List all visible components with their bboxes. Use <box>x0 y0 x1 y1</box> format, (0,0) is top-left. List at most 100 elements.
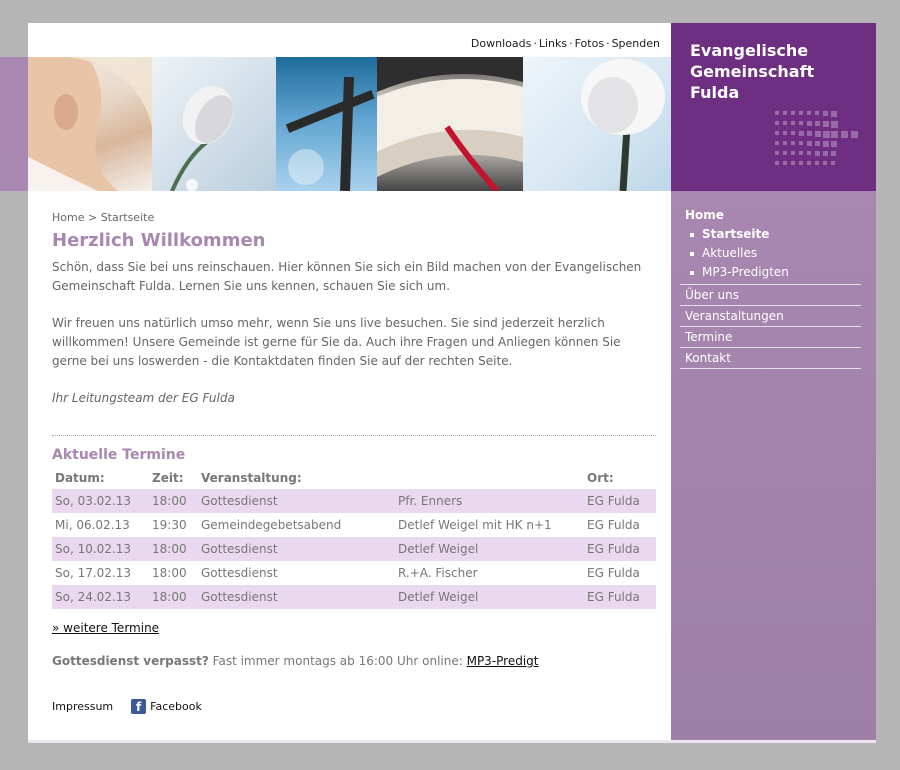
table-row: So, 24.02.13 18:00 Gottesdienst Detlef W… <box>52 585 656 609</box>
missed-service-note: Gottesdienst verpasst? Fast immer montag… <box>52 652 656 671</box>
topnav-separator: · <box>569 37 573 50</box>
nav-subitem-aktuelles[interactable]: Aktuelles <box>685 244 861 263</box>
cell-leitung: Detlef Weigel <box>395 537 584 561</box>
col-header-datum: Datum: <box>55 470 105 485</box>
nav-item-label[interactable]: Über uns <box>685 288 739 302</box>
breadcrumb-separator: > <box>87 211 98 224</box>
facebook-label: Facebook <box>150 700 202 713</box>
nav-main-items: Über uns Veranstaltungen Termine Kontakt <box>680 284 861 369</box>
nav-submenu: Startseite Aktuelles MP3-Predigten <box>685 225 861 282</box>
cell-veranstaltung: Gottesdienst <box>201 565 278 580</box>
col-header-zeit: Zeit: <box>152 470 184 485</box>
cell-zeit: 18:00 <box>149 537 198 561</box>
col-header-leitung <box>395 467 584 489</box>
tulip-image <box>170 85 234 191</box>
table-row: So, 10.02.13 18:00 Gottesdienst Detlef W… <box>52 537 656 561</box>
breadcrumb: Home > Startseite <box>52 208 656 227</box>
cross-image <box>285 76 375 191</box>
header-photo-tulip-2 <box>523 57 671 191</box>
cell-zeit: 18:00 <box>149 489 198 513</box>
topnav-separator: · <box>533 37 537 50</box>
nav-item-termine[interactable]: Termine <box>680 326 861 347</box>
cell-veranstaltung: Gottesdienst <box>198 585 395 609</box>
cell-ort: EG Fulda <box>584 537 656 561</box>
cell-leitung: R.+A. Fischer <box>398 565 478 580</box>
topnav-spenden[interactable]: Spenden <box>612 37 660 50</box>
nav-subitem-startseite[interactable]: Startseite <box>685 225 861 244</box>
facebook-icon: f <box>131 699 147 714</box>
topnav-fotos[interactable]: Fotos <box>575 37 604 50</box>
footer: Impressum f Facebook <box>52 699 202 714</box>
nav-subitem-mp3-predigten[interactable]: MP3-Predigten <box>685 263 861 282</box>
topnav-links[interactable]: Links <box>539 37 567 50</box>
impressum-link[interactable]: Impressum <box>52 700 113 713</box>
events-heading: Aktuelle Termine <box>52 447 186 463</box>
sidebar: Home Startseite Aktuelles MP3-Predigten … <box>671 191 876 740</box>
nav-subitem-label[interactable]: MP3-Predigten <box>702 265 789 279</box>
table-row: So, 17.02.13 18:00 Gottesdienst R.+A. Fi… <box>52 561 656 585</box>
brand-box[interactable]: Evangelische Gemeinschaft Fulda <box>671 23 876 191</box>
welcome-paragraph: Wir freuen uns natürlich umso mehr, wenn… <box>52 316 621 368</box>
footer-line <box>28 740 876 743</box>
woman-image <box>28 57 152 191</box>
cell-ort: EG Fulda <box>584 585 656 609</box>
col-header-veranstaltung: Veranstaltung: <box>201 470 302 485</box>
signature: Ihr Leitungsteam der EG Fulda <box>52 391 235 405</box>
breadcrumb-current: Startseite <box>100 211 155 224</box>
cell-ort: EG Fulda <box>587 565 640 580</box>
top-navigation: Downloads · Links · Fotos · Spenden <box>471 37 660 50</box>
cell-datum: Mi, 06.02.13 <box>55 517 130 532</box>
cell-ort: EG Fulda <box>584 489 656 513</box>
site-title-line: Fulda <box>690 83 740 102</box>
content: Home > Startseite Herzlich Willkommen Sc… <box>52 208 656 671</box>
nav-item-kontakt[interactable]: Kontakt <box>680 347 861 369</box>
nav-item-label[interactable]: Veranstaltungen <box>685 309 784 323</box>
cell-veranstaltung: Gemeindegebetsabend <box>201 517 342 532</box>
topnav-downloads[interactable]: Downloads <box>471 37 531 50</box>
header-photo-tulip <box>152 57 276 191</box>
nav-item-label[interactable]: Kontakt <box>685 351 731 365</box>
header-photo-strip <box>28 57 671 191</box>
cell-zeit: 19:30 <box>152 517 187 532</box>
site-title-line: Gemeinschaft <box>690 62 815 81</box>
nav-item-home[interactable]: Home <box>685 208 861 222</box>
missed-service-text: Fast immer montags ab 16:00 Uhr online: <box>208 654 467 668</box>
cell-leitung: Detlef Weigel mit HK n+1 <box>398 517 552 532</box>
table-row: Mi, 06.02.13 19:30 Gemeindegebetsabend D… <box>52 513 656 537</box>
cell-datum: So, 10.02.13 <box>52 537 149 561</box>
nav-item-ueber-uns[interactable]: Über uns <box>680 284 861 305</box>
header-photo-woman <box>28 57 152 191</box>
more-events-link[interactable]: » weitere Termine <box>52 619 159 638</box>
missed-service-bold: Gottesdienst verpasst? <box>52 654 209 668</box>
cell-zeit: 18:00 <box>149 585 198 609</box>
breadcrumb-home[interactable]: Home <box>52 211 84 224</box>
cell-datum: So, 03.02.13 <box>52 489 149 513</box>
dotted-cross-logo-icon <box>775 111 858 165</box>
header-photo-cross <box>276 57 377 191</box>
sidebar-navigation: Home Startseite Aktuelles MP3-Predigten … <box>680 208 861 369</box>
site-title: Evangelische Gemeinschaft Fulda <box>690 40 814 103</box>
page-title: Herzlich Willkommen <box>52 230 266 251</box>
cell-leitung: Detlef Weigel <box>395 585 584 609</box>
site-title-line: Evangelische <box>690 41 809 60</box>
facebook-link[interactable]: f Facebook <box>131 699 202 714</box>
cell-leitung: Pfr. Enners <box>395 489 584 513</box>
nav-item-label[interactable]: Termine <box>685 330 732 344</box>
header-photo-bible <box>377 57 523 191</box>
nav-item-veranstaltungen[interactable]: Veranstaltungen <box>680 305 861 326</box>
intro-paragraph: Schön, dass Sie bei uns reinschauen. Hie… <box>52 260 642 293</box>
mp3-sermon-link[interactable]: MP3-Predigt <box>467 654 539 668</box>
cell-veranstaltung: Gottesdienst <box>198 537 395 561</box>
topnav-separator: · <box>606 37 610 50</box>
cell-datum: So, 17.02.13 <box>55 565 132 580</box>
table-row: So, 03.02.13 18:00 Gottesdienst Pfr. Enn… <box>52 489 656 513</box>
cell-datum: So, 24.02.13 <box>52 585 149 609</box>
tulip-image <box>581 59 665 191</box>
nav-subitem-label[interactable]: Startseite <box>702 227 769 241</box>
cell-veranstaltung: Gottesdienst <box>198 489 395 513</box>
cell-ort: EG Fulda <box>587 517 640 532</box>
cell-zeit: 18:00 <box>152 565 187 580</box>
nav-subitem-label[interactable]: Aktuelles <box>702 246 757 260</box>
divider <box>52 435 656 436</box>
bible-image <box>377 57 523 191</box>
